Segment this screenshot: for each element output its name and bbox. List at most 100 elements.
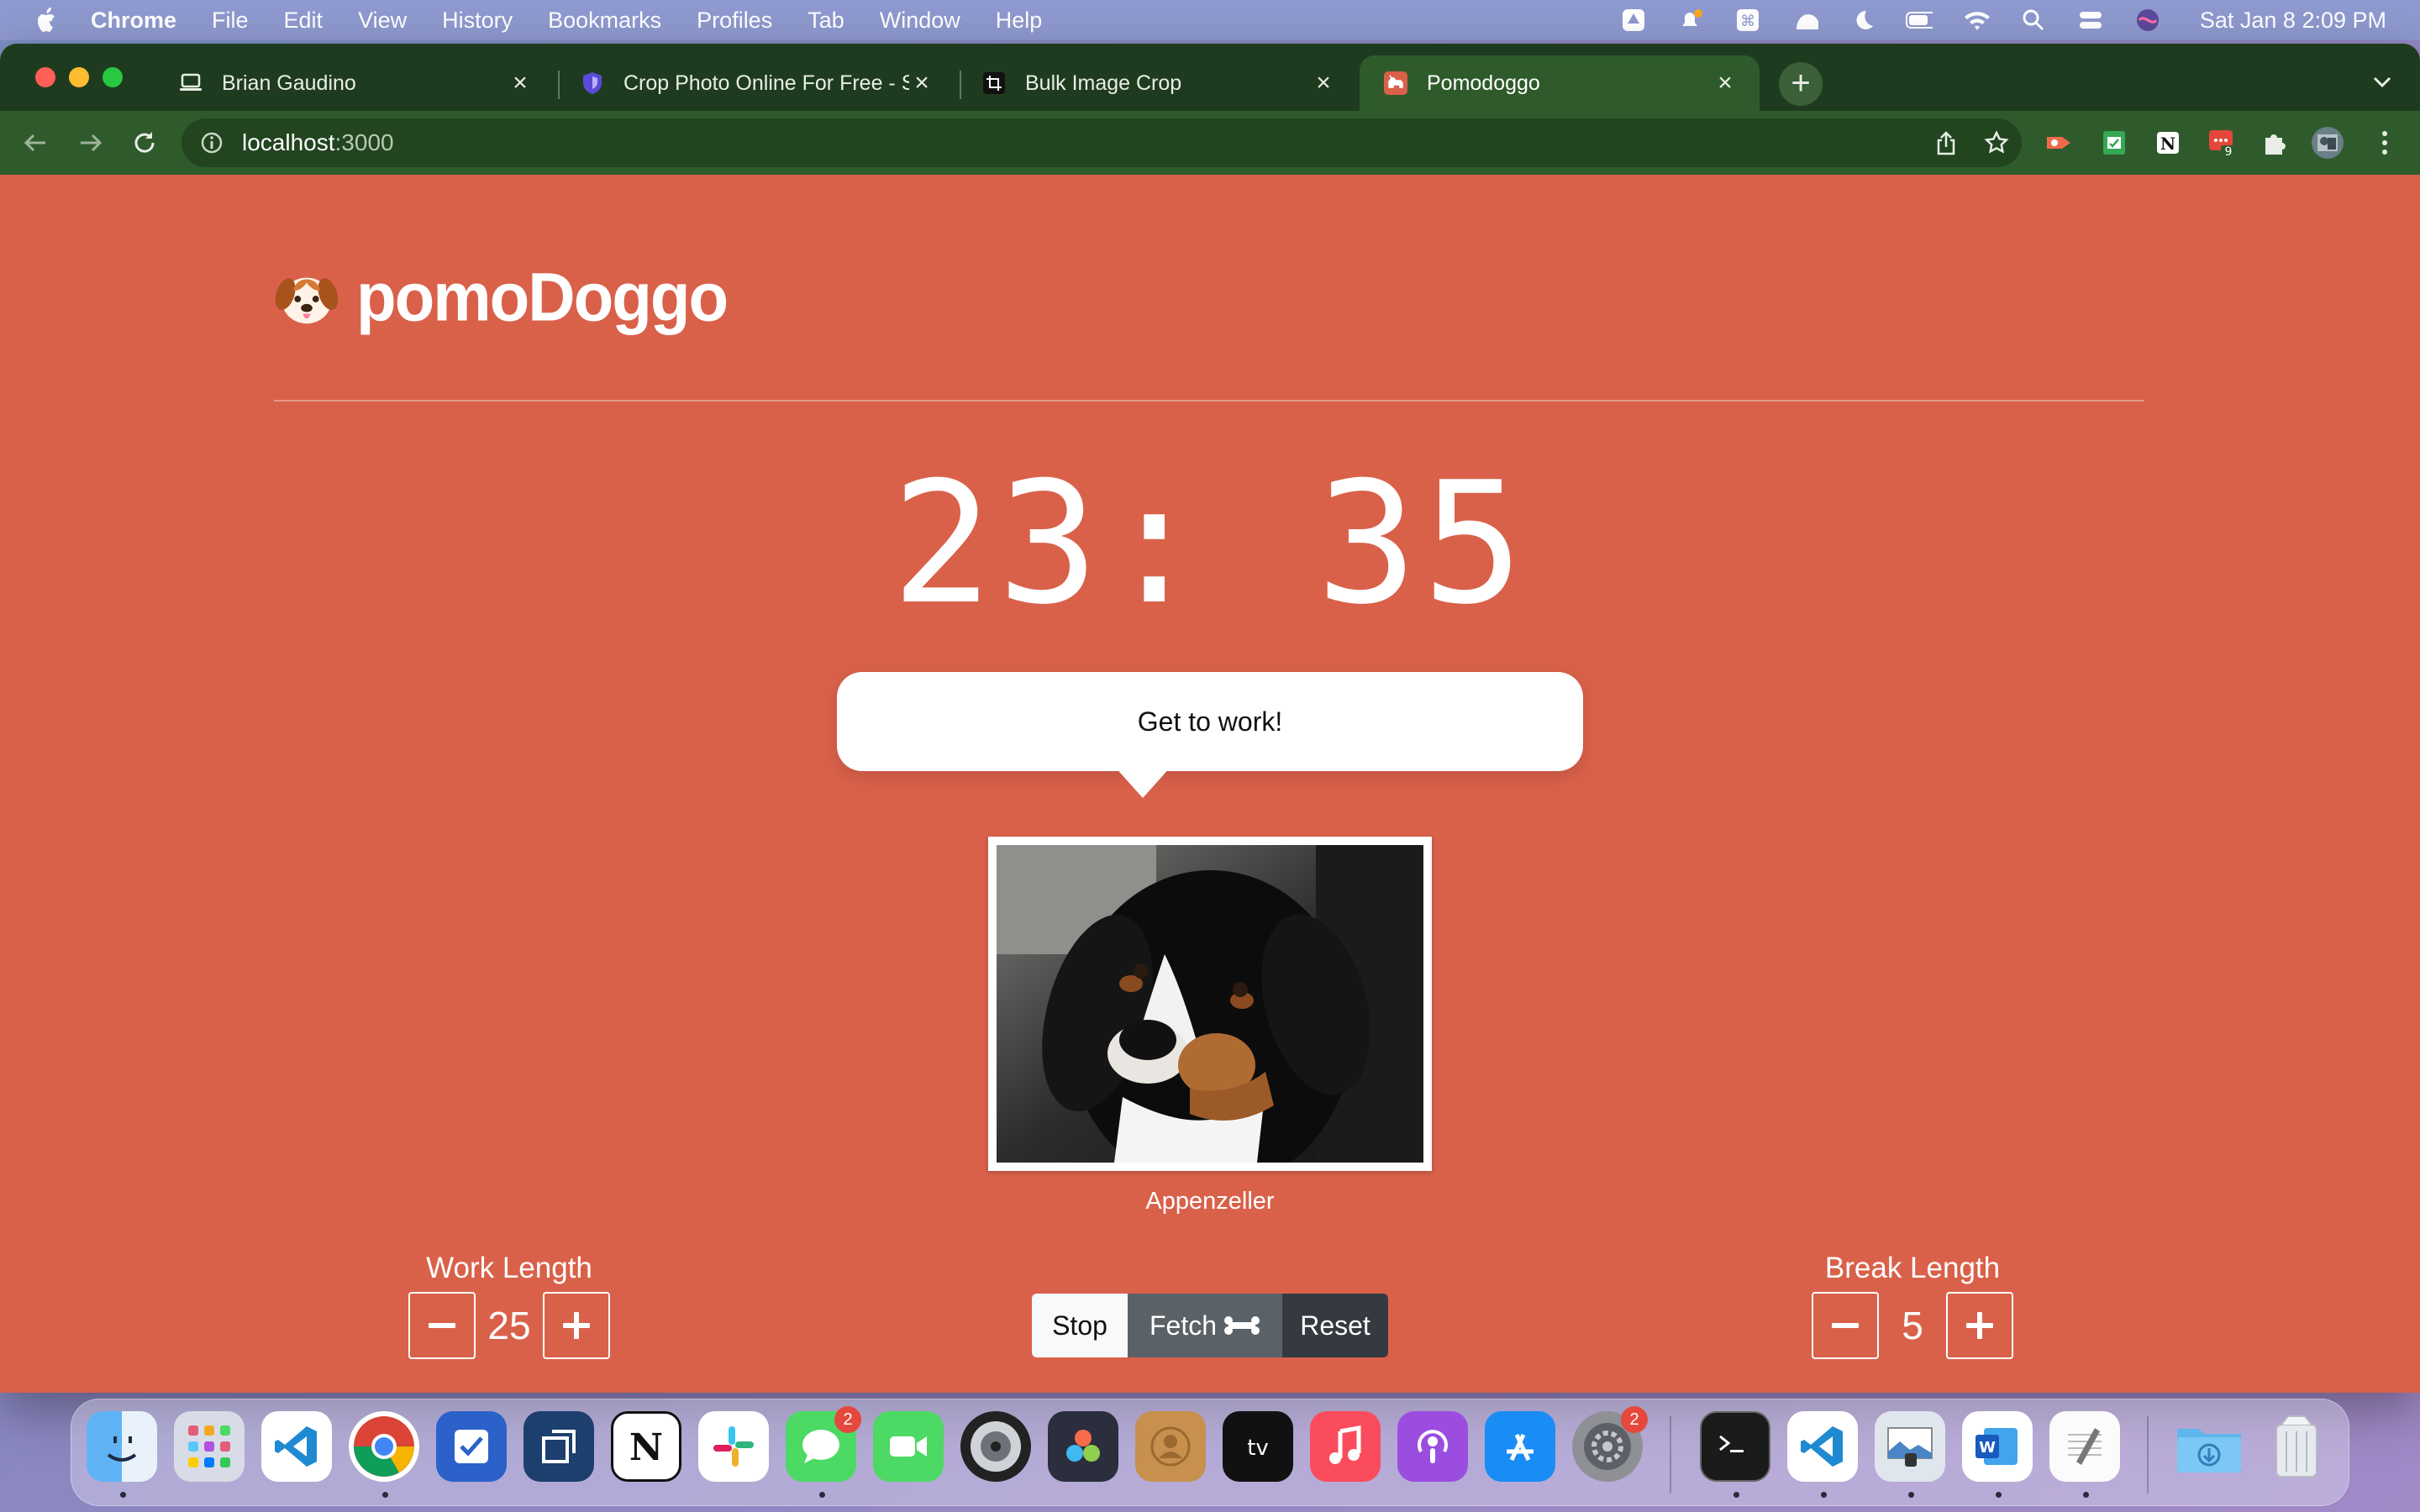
- drive-icon[interactable]: [1620, 8, 1647, 33]
- work-length-value: 25: [487, 1304, 531, 1347]
- profile-avatar[interactable]: [2311, 126, 2344, 160]
- menubar-clock[interactable]: Sat Jan 8 2:09 PM: [2200, 8, 2386, 34]
- spotlight-search-icon[interactable]: [2020, 8, 2047, 33]
- tab-title: Bulk Image Crop: [1025, 71, 1182, 95]
- plus-icon: [563, 1312, 590, 1339]
- increase-break-button[interactable]: [1946, 1292, 2013, 1359]
- menu-app-name[interactable]: Chrome: [91, 8, 176, 34]
- app-store-icon[interactable]: [1485, 1411, 1555, 1482]
- menu-history[interactable]: History: [442, 8, 513, 34]
- notification-bell-icon[interactable]: [1677, 8, 1704, 33]
- running-indicator: [1821, 1492, 1827, 1498]
- share-icon[interactable]: [1931, 118, 1961, 167]
- wifi-icon[interactable]: [1963, 8, 1990, 33]
- notion-icon[interactable]: N: [611, 1411, 681, 1482]
- textedit-icon[interactable]: [2049, 1411, 2120, 1482]
- launchpad-icon[interactable]: [174, 1411, 245, 1482]
- menu-bookmarks[interactable]: Bookmarks: [548, 8, 661, 34]
- close-tab-icon[interactable]: ×: [1712, 71, 1738, 96]
- tab-bulk-image-crop[interactable]: Bulk Image Crop ×: [958, 55, 1358, 111]
- tab-crop-photo[interactable]: Crop Photo Online For Free - S ×: [556, 55, 956, 111]
- vscode-icon[interactable]: [1787, 1411, 1858, 1482]
- minus-icon: [1832, 1323, 1859, 1328]
- running-indicator: [1996, 1492, 2002, 1498]
- facetime-icon[interactable]: [873, 1411, 944, 1482]
- siri-icon[interactable]: [2134, 8, 2161, 33]
- preview-icon[interactable]: [1875, 1411, 1945, 1482]
- decrease-break-button[interactable]: [1812, 1292, 1879, 1359]
- screen-recorder-extension-icon[interactable]: [2044, 126, 2077, 160]
- menu-profiles[interactable]: Profiles: [697, 8, 772, 34]
- sheets-extension-icon[interactable]: [2097, 126, 2131, 160]
- fetch-button[interactable]: Fetch: [1128, 1294, 1282, 1357]
- menu-file[interactable]: File: [212, 8, 249, 34]
- close-tab-icon[interactable]: ×: [1311, 71, 1336, 96]
- slack-icon[interactable]: [698, 1411, 769, 1482]
- control-center-icon[interactable]: [2077, 8, 2104, 33]
- finder-icon[interactable]: [87, 1411, 157, 1482]
- close-tab-icon[interactable]: ×: [508, 71, 533, 96]
- chrome-menu-icon[interactable]: [2368, 126, 2402, 160]
- menu-view[interactable]: View: [358, 8, 407, 34]
- dock-separator: [2147, 1416, 2149, 1494]
- work-length-stepper: 25: [408, 1292, 610, 1359]
- macos-dock: N 2 tv 2 W: [71, 1399, 2349, 1506]
- decrease-work-button[interactable]: [408, 1292, 476, 1359]
- site-info-icon[interactable]: [200, 131, 224, 155]
- brand-name: pomoDoggo: [356, 257, 729, 336]
- contacts-icon[interactable]: [1135, 1411, 1206, 1482]
- fullscreen-window-button[interactable]: [103, 67, 123, 87]
- reset-button[interactable]: Reset: [1282, 1294, 1388, 1357]
- extensions-puzzle-icon[interactable]: [2257, 126, 2291, 160]
- address-bar[interactable]: localhost:3000: [182, 118, 2022, 167]
- forward-arrow-icon[interactable]: [74, 126, 108, 160]
- stop-button[interactable]: Stop: [1032, 1294, 1128, 1357]
- podcasts-icon[interactable]: [1397, 1411, 1468, 1482]
- trash-icon[interactable]: [2261, 1411, 2332, 1482]
- notion-extension-icon[interactable]: N: [2151, 126, 2185, 160]
- tasks-icon[interactable]: [436, 1411, 507, 1482]
- back-arrow-icon[interactable]: [18, 126, 52, 160]
- close-tab-icon[interactable]: ×: [909, 71, 934, 96]
- menu-tab[interactable]: Tab: [808, 8, 844, 34]
- cloud-agent-icon[interactable]: [1791, 8, 1818, 33]
- davinci-resolve-icon[interactable]: [1048, 1411, 1118, 1482]
- minimize-window-button[interactable]: [69, 67, 89, 87]
- chrome-icon[interactable]: [349, 1411, 419, 1482]
- battery-icon[interactable]: [1905, 8, 1933, 33]
- close-window-button[interactable]: [35, 67, 55, 87]
- laptop-icon: [178, 71, 203, 96]
- break-length-control: Break Length 5: [1803, 1252, 2022, 1359]
- apple-icon[interactable]: [35, 7, 60, 34]
- menu-edit[interactable]: Edit: [284, 8, 324, 34]
- downloads-folder-icon[interactable]: [2174, 1411, 2244, 1482]
- messages-icon[interactable]: 2: [786, 1406, 861, 1482]
- todoist-extension-icon[interactable]: 9: [2205, 126, 2238, 160]
- music-icon[interactable]: [1310, 1411, 1381, 1482]
- tab-search-chevron-icon[interactable]: [2370, 69, 2395, 94]
- logic-icon[interactable]: [960, 1411, 1031, 1482]
- menu-window[interactable]: Window: [880, 8, 960, 34]
- terminal-icon[interactable]: [1700, 1411, 1770, 1482]
- appenzeller-dog-image: [997, 845, 1423, 1163]
- apple-tv-icon[interactable]: tv: [1223, 1411, 1293, 1482]
- command-key-icon[interactable]: ⌘: [1734, 8, 1761, 33]
- reload-icon[interactable]: [128, 126, 161, 160]
- bone-icon: [1224, 1316, 1260, 1335]
- new-tab-button[interactable]: +: [1779, 62, 1823, 106]
- dog-face-icon: [275, 277, 339, 323]
- tab-title: Crop Photo Online For Free - S: [623, 71, 909, 95]
- messages-badge: 2: [834, 1406, 861, 1433]
- bookmark-star-icon[interactable]: [1981, 118, 2012, 167]
- increase-work-button[interactable]: [543, 1292, 610, 1359]
- screens-icon[interactable]: [523, 1411, 594, 1482]
- microsoft-word-icon[interactable]: W: [1962, 1411, 2033, 1482]
- vscode-icon[interactable]: [261, 1411, 332, 1482]
- moon-icon[interactable]: [1849, 8, 1876, 33]
- tab-brian-gaudino[interactable]: Brian Gaudino ×: [155, 55, 555, 111]
- system-preferences-icon[interactable]: 2: [1572, 1406, 1648, 1482]
- menu-help[interactable]: Help: [996, 8, 1043, 34]
- header-divider: [274, 400, 2144, 402]
- brand-header[interactable]: pomoDoggo: [274, 257, 729, 336]
- tab-pomodoggo[interactable]: Pomodoggo ×: [1360, 55, 1760, 111]
